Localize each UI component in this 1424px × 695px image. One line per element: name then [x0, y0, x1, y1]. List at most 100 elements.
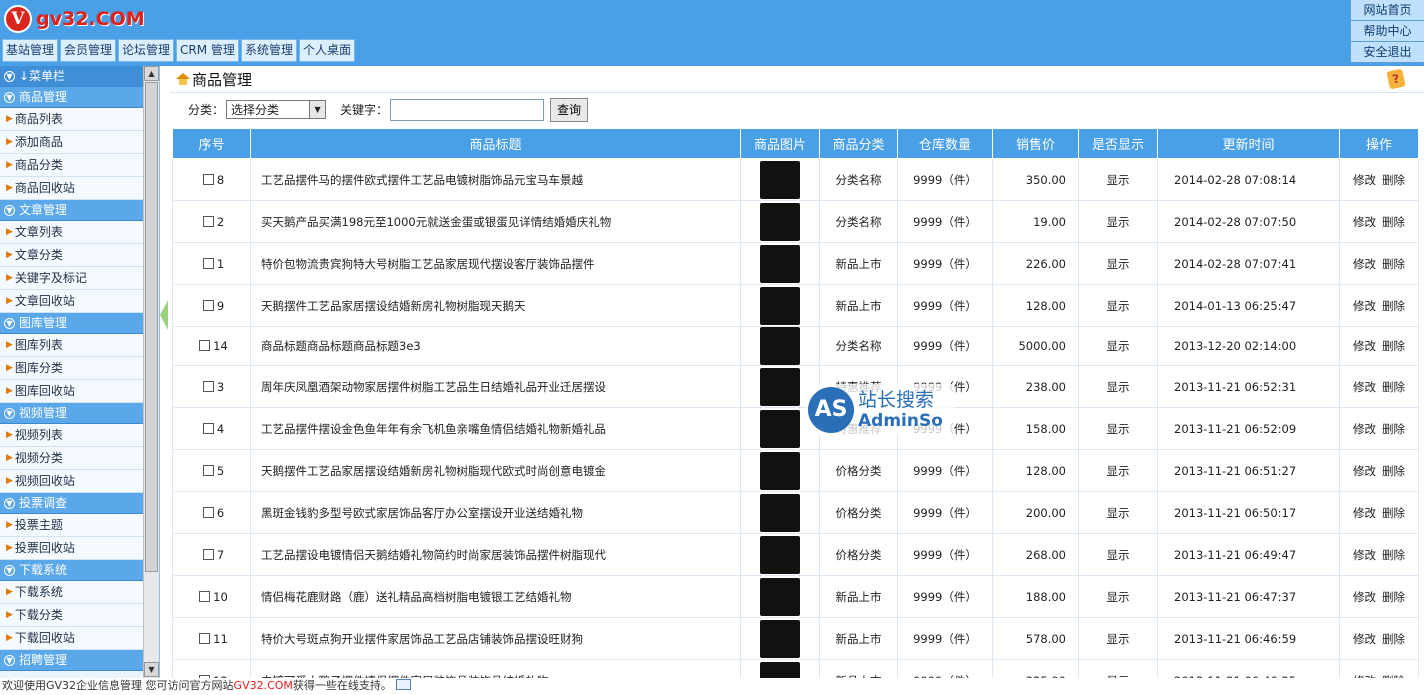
sidebar-group-header[interactable]: ▼ 招聘管理: [0, 650, 143, 671]
row-checkbox[interactable]: [199, 590, 211, 602]
sidebar-item[interactable]: ▶ 添加商品: [0, 131, 143, 154]
sidebar-item[interactable]: ▶ 投票主题: [0, 514, 143, 537]
row-title[interactable]: 情侣梅花鹿财路（鹿）送礼精品高档树脂电镀银工艺结婚礼物: [250, 575, 741, 618]
sidebar-item[interactable]: ▶ 视频列表: [0, 424, 143, 447]
product-thumbnail[interactable]: [760, 367, 800, 406]
column-header-visible[interactable]: 是否显示: [1078, 128, 1158, 159]
sidebar-group-header[interactable]: ▼ 文章管理: [0, 200, 143, 221]
row-title[interactable]: 黑斑金钱豹多型号欧式家居饰品客厅办公室摆设开业送结婚礼物: [250, 491, 741, 534]
row-visible[interactable]: 显示: [1078, 326, 1158, 366]
delete-link[interactable]: 删除: [1382, 257, 1405, 271]
row-visible[interactable]: 显示: [1078, 575, 1158, 618]
row-checkbox[interactable]: [202, 380, 214, 392]
edit-link[interactable]: 修改: [1353, 506, 1376, 520]
product-thumbnail[interactable]: [760, 619, 800, 658]
help-icon[interactable]: ?: [1386, 68, 1406, 90]
column-header-category[interactable]: 商品分类: [819, 128, 898, 159]
sidebar-group-header[interactable]: ▼ 视频管理: [0, 403, 143, 424]
product-thumbnail[interactable]: [760, 577, 800, 616]
logout-link[interactable]: 安全退出: [1350, 42, 1424, 63]
column-header-image[interactable]: 商品图片: [740, 128, 820, 159]
sidebar-item[interactable]: ▶ 下载回收站: [0, 627, 143, 650]
sidebar-group-header[interactable]: ▼ 图库管理: [0, 313, 143, 334]
product-thumbnail[interactable]: [760, 451, 800, 490]
row-checkbox[interactable]: [202, 464, 214, 476]
delete-link[interactable]: 删除: [1382, 215, 1405, 229]
delete-link[interactable]: 删除: [1382, 632, 1405, 646]
row-visible[interactable]: 显示: [1078, 242, 1158, 285]
delete-link[interactable]: 删除: [1382, 173, 1405, 187]
sidebar-item[interactable]: ▶ 下载分类: [0, 604, 143, 627]
logo[interactable]: V gv32.COM: [4, 4, 145, 34]
sidebar-item[interactable]: ▶ 视频分类: [0, 447, 143, 470]
product-thumbnail[interactable]: [760, 327, 800, 365]
product-thumbnail[interactable]: [760, 286, 800, 325]
row-checkbox[interactable]: [202, 173, 214, 185]
top-nav-item-station[interactable]: 基站管理: [2, 39, 59, 62]
column-header-id[interactable]: 序号: [172, 128, 251, 159]
row-visible[interactable]: 显示: [1078, 407, 1158, 450]
row-title[interactable]: 天鹅摆件工艺品家居摆设结婚新房礼物树脂现代欧式时尚创意电镀金: [250, 449, 741, 492]
column-header-stock[interactable]: 仓库数量: [897, 128, 993, 159]
row-title[interactable]: 特价大号斑点狗开业摆件家居饰品工艺品店铺装饰品摆设旺财狗: [250, 617, 741, 660]
delete-link[interactable]: 删除: [1382, 590, 1405, 604]
product-thumbnail[interactable]: [760, 409, 800, 448]
sidebar-group-header[interactable]: ▼ 下载系统: [0, 560, 143, 581]
sidebar-item[interactable]: ▶ 下载系统: [0, 581, 143, 604]
sidebar-group-header[interactable]: ▼ 商品管理: [0, 87, 143, 108]
category-select[interactable]: 选择分类 ▼: [226, 100, 327, 119]
edit-link[interactable]: 修改: [1353, 257, 1376, 271]
sidebar-item[interactable]: ▶ 图库列表: [0, 334, 143, 357]
row-visible[interactable]: 显示: [1078, 533, 1158, 576]
edit-link[interactable]: 修改: [1353, 215, 1376, 229]
row-visible[interactable]: 显示: [1078, 158, 1158, 201]
row-visible[interactable]: 显示: [1078, 617, 1158, 660]
delete-link[interactable]: 删除: [1382, 339, 1405, 353]
column-header-price[interactable]: 销售价: [992, 128, 1079, 159]
row-title[interactable]: 工艺品摆件摆设金色鱼年年有余飞机鱼亲嘴鱼情侣结婚礼物新婚礼品: [250, 407, 741, 450]
edit-link[interactable]: 修改: [1353, 422, 1376, 436]
edit-link[interactable]: 修改: [1353, 380, 1376, 394]
sidebar-item[interactable]: ▶ 文章列表: [0, 221, 143, 244]
delete-link[interactable]: 删除: [1382, 380, 1405, 394]
row-checkbox[interactable]: [202, 215, 214, 227]
row-visible[interactable]: 显示: [1078, 659, 1158, 678]
top-nav-item-forum[interactable]: 论坛管理: [118, 39, 175, 62]
row-checkbox[interactable]: [202, 422, 214, 434]
product-thumbnail[interactable]: [760, 535, 800, 574]
column-header-title[interactable]: 商品标题: [250, 128, 741, 159]
sidebar-item[interactable]: ▶ 视频回收站: [0, 470, 143, 493]
row-visible[interactable]: 显示: [1078, 365, 1158, 408]
delete-link[interactable]: 删除: [1382, 299, 1405, 313]
row-title[interactable]: 买天鹅产品买满198元至1000元就送金蛋或银蛋见详情结婚婚庆礼物: [250, 200, 741, 243]
product-thumbnail[interactable]: [760, 661, 800, 678]
keyword-input[interactable]: [390, 98, 545, 121]
sidebar-item[interactable]: ▶ 商品回收站: [0, 177, 143, 200]
sidebar-item[interactable]: ▶ 投票回收站: [0, 537, 143, 560]
edit-link[interactable]: 修改: [1353, 590, 1376, 604]
sidebar-title[interactable]: ▼ ↓菜单栏: [0, 66, 143, 87]
row-title[interactable]: 周年庆凤凰酒架动物家居摆件树脂工艺品生日结婚礼品开业迁居摆设: [250, 365, 741, 408]
top-nav-item-system[interactable]: 系统管理: [240, 39, 297, 62]
sidebar-collapse-handle[interactable]: [160, 300, 168, 330]
delete-link[interactable]: 删除: [1382, 506, 1405, 520]
delete-link[interactable]: 删除: [1382, 548, 1405, 562]
edit-link[interactable]: 修改: [1353, 299, 1376, 313]
sidebar-item[interactable]: ▶ 图库回收站: [0, 380, 143, 403]
product-thumbnail[interactable]: [760, 244, 800, 283]
row-checkbox[interactable]: [199, 340, 211, 351]
sidebar-item[interactable]: ▶ 关键字及标记: [0, 267, 143, 290]
row-visible[interactable]: 显示: [1078, 491, 1158, 534]
help-center-link[interactable]: 帮助中心: [1350, 21, 1424, 42]
product-thumbnail[interactable]: [760, 493, 800, 532]
delete-link[interactable]: 删除: [1382, 422, 1405, 436]
sidebar-item[interactable]: ▶ 商品列表: [0, 108, 143, 131]
sidebar-scrollbar[interactable]: ▲ ▼: [143, 66, 159, 678]
top-nav-item-members[interactable]: 会员管理: [60, 39, 117, 62]
row-visible[interactable]: 显示: [1078, 284, 1158, 327]
row-checkbox[interactable]: [202, 548, 214, 560]
product-thumbnail[interactable]: [760, 202, 800, 241]
sidebar-item[interactable]: ▶ 图库分类: [0, 357, 143, 380]
mail-icon[interactable]: [395, 679, 411, 690]
top-nav-item-crm[interactable]: CRM 管理: [176, 39, 239, 62]
